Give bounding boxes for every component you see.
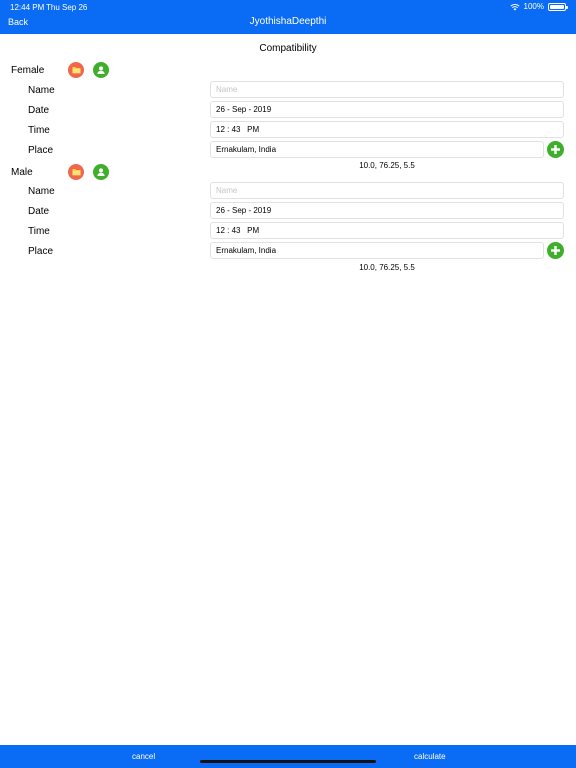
bottom-toolbar: cancel calculate <box>0 745 576 768</box>
status-date: Thu Sep 26 <box>46 3 88 12</box>
female-section-label: Female <box>11 65 45 76</box>
male-section-label: Male <box>11 167 33 178</box>
male-profile-button[interactable] <box>93 164 109 180</box>
male-date-label: Date <box>28 206 50 217</box>
folder-icon <box>72 67 80 74</box>
male-date-field[interactable]: 26 - Sep - 2019 <box>210 202 564 219</box>
battery-percent: 100% <box>523 2 544 11</box>
battery-icon <box>548 2 568 11</box>
male-place-field[interactable]: Ernakulam, India <box>210 242 544 259</box>
female-date-field[interactable]: 26 - Sep - 2019 <box>210 101 564 118</box>
male-time-label: Time <box>28 226 50 237</box>
home-indicator[interactable] <box>200 760 376 763</box>
female-name-label: Name <box>28 85 55 96</box>
page-title: Compatibility <box>259 43 317 54</box>
male-coordinates: 10.0, 76.25, 5.5 <box>359 263 415 272</box>
person-icon <box>97 168 105 176</box>
folder-icon <box>72 169 80 176</box>
male-load-button[interactable] <box>68 164 84 180</box>
female-coordinates: 10.0, 76.25, 5.5 <box>359 161 415 170</box>
cancel-button[interactable]: cancel <box>132 752 155 761</box>
status-time: 12:44 PM <box>10 3 45 12</box>
male-name-label: Name <box>28 186 55 197</box>
female-place-field[interactable]: Ernakulam, India <box>210 141 544 158</box>
female-place-label: Place <box>28 145 54 156</box>
person-icon <box>97 66 105 74</box>
plus-icon <box>551 246 560 255</box>
status-indicators: 100% <box>509 2 568 11</box>
female-name-input[interactable]: Name <box>210 81 564 98</box>
female-profile-button[interactable] <box>93 62 109 78</box>
female-add-place-button[interactable] <box>547 141 564 158</box>
male-time-field[interactable]: 12 : 43 PM <box>210 222 564 239</box>
male-name-input[interactable]: Name <box>210 182 564 199</box>
male-add-place-button[interactable] <box>547 242 564 259</box>
male-place-label: Place <box>28 246 54 257</box>
female-date-label: Date <box>28 105 50 116</box>
female-time-field[interactable]: 12 : 43 PM <box>210 121 564 138</box>
app-title: JyothishaDeepthi <box>249 16 327 27</box>
female-time-label: Time <box>28 125 50 136</box>
female-load-button[interactable] <box>68 62 84 78</box>
navigation-bar: 12:44 PM Thu Sep 26 100% Back JyothishaD… <box>0 0 576 34</box>
plus-icon <box>551 145 560 154</box>
wifi-icon <box>509 3 520 10</box>
calculate-button[interactable]: calculate <box>414 752 446 761</box>
